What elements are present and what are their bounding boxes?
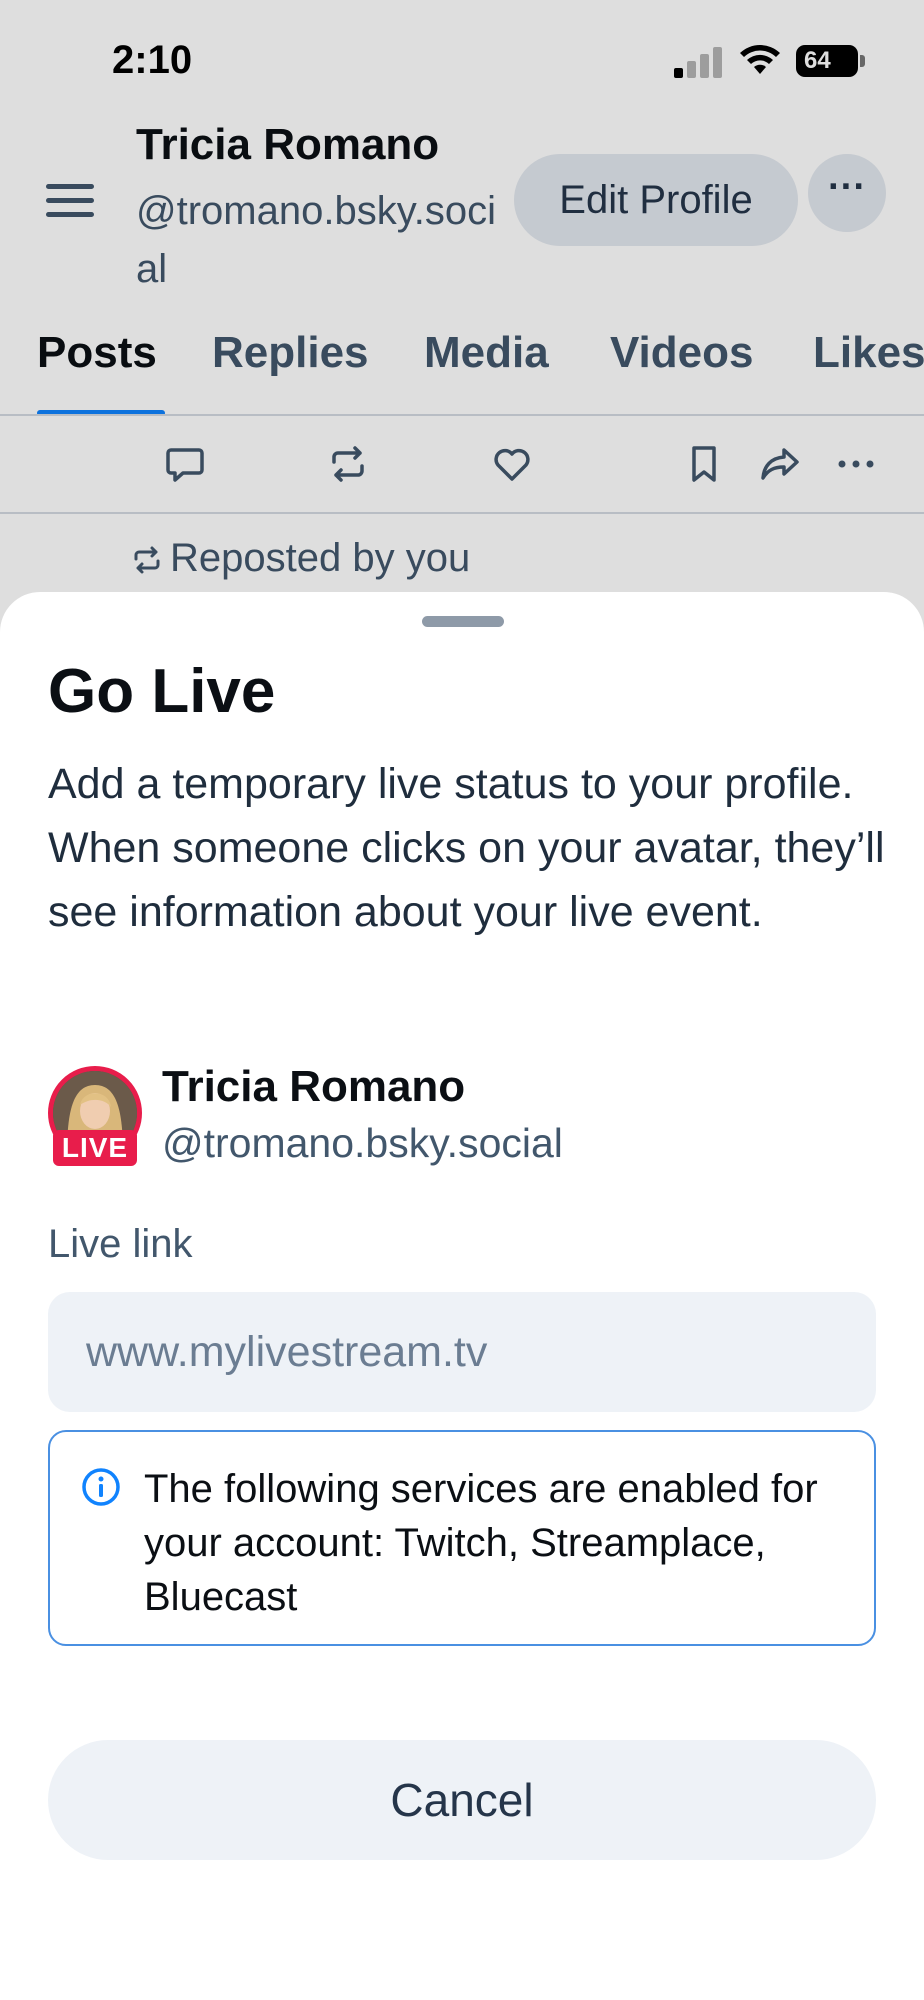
sheet-user-handle: @tromano.bsky.social: [162, 1120, 563, 1166]
cancel-button[interactable]: Cancel: [48, 1740, 876, 1860]
info-icon: [82, 1468, 120, 1506]
sheet-description: Add a temporary live status to your prof…: [48, 760, 885, 936]
live-badge: LIVE: [53, 1130, 137, 1166]
avatar: LIVE: [48, 1066, 142, 1166]
sheet-user-name: Tricia Romano: [162, 1062, 466, 1111]
info-text: The following services are enabled for y…: [144, 1467, 818, 1619]
sheet-title: Go Live: [48, 657, 276, 726]
info-notice: The following services are enabled for y…: [48, 1430, 876, 1646]
live-link-input[interactable]: [48, 1292, 876, 1412]
live-link-label: Live link: [48, 1222, 193, 1266]
sheet-grabber[interactable]: [422, 616, 504, 627]
go-live-sheet: Go Live Add a temporary live status to y…: [0, 592, 924, 2000]
